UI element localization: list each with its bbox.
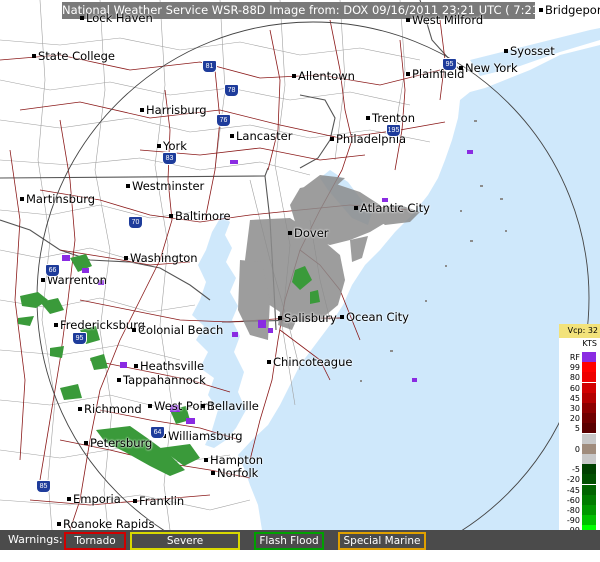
legend-swatch: [582, 433, 596, 444]
interstate-95-va-icon: 95: [72, 332, 87, 345]
interstate-78-icon: 78: [224, 84, 239, 97]
city-chincoteague: Chincoteague: [266, 355, 353, 369]
legend-swatch: [582, 362, 596, 373]
city-lock-haven: Lock Haven: [80, 11, 153, 25]
city-ocean-city: Ocean City: [340, 310, 409, 324]
city-heathsville: Heathsville: [133, 359, 205, 373]
city-baltimore: Baltimore: [169, 209, 231, 223]
city-new-york: New York: [459, 61, 518, 75]
city-dover: Dover: [288, 226, 329, 240]
city-trenton: Trenton: [365, 111, 416, 125]
interstate-64-icon: 64: [150, 426, 165, 439]
interstate-70-icon: 70: [128, 216, 143, 229]
legend-swatch: [582, 505, 596, 515]
legend-swatch: [582, 454, 596, 464]
interstate-95-nj-icon: 95: [442, 58, 457, 71]
legend-swatch: [582, 392, 596, 403]
legend-swatch: [582, 423, 596, 434]
legend-swatch: [582, 443, 596, 454]
legend-swatch: [582, 403, 596, 413]
legend-swatch: [582, 464, 596, 475]
legend-swatch: [582, 352, 596, 362]
city-washington: Washington: [124, 251, 198, 265]
city-colonial-beach: Colonial Beach: [131, 323, 224, 337]
city-harrisburg: Harrisburg: [140, 103, 207, 117]
legend-swatch: [582, 515, 596, 526]
legend-swatch: [582, 484, 596, 495]
city-allentown: Allentown: [292, 69, 355, 83]
city-bellaville: Bellaville: [201, 399, 259, 413]
warning-flash-flood: Flash Flood: [254, 532, 324, 550]
city-atlantic-city: Atlantic City: [354, 201, 430, 215]
city-hampton: Hampton: [203, 453, 264, 467]
city-westminster: Westminster: [125, 179, 205, 193]
city-state-college: State College: [31, 49, 116, 63]
interstate-76-icon: 76: [216, 114, 231, 127]
warning-severe-thunderstorm: Severe Thunderstorm: [130, 532, 240, 561]
city-roanoke-rapids: Roanoke Rapids: [56, 517, 155, 531]
warning-tornado: Tornado: [64, 532, 126, 550]
city-salisbury: Salisbury: [278, 311, 337, 325]
interstate-83-icon: 83: [162, 152, 177, 165]
interstate-195-icon: 195: [386, 124, 401, 137]
city-westmilford: West Milford: [405, 13, 484, 27]
legend-swatch: [582, 474, 596, 485]
warnings-bar: Warnings: Tornado Severe Thunderstorm Fl…: [0, 530, 600, 561]
city-williamsburg: Williamsburg: [162, 429, 243, 443]
city-syosset: Syosset: [504, 44, 555, 58]
legend-vcp: Vcp: 32: [559, 324, 600, 338]
city-norfolk: Norfolk: [210, 466, 259, 480]
interstate-66-icon: 66: [45, 264, 60, 277]
city-bridgeport: Bridgeport: [538, 4, 600, 16]
legend-unit: KTS: [582, 339, 597, 348]
velocity-legend: Vcp: 32 KTS RF 99 80 60 45 30 20 5 0 -5 -20 -45 -60-…: [559, 324, 600, 546]
legend-swatch: [582, 372, 596, 383]
city-west-point: West Point: [147, 399, 215, 413]
city-plainfield: Plainfield: [405, 67, 465, 81]
city-petersburg: Petersburg: [83, 436, 153, 450]
city-franklin: Franklin: [132, 494, 185, 508]
city-york: York: [157, 139, 187, 153]
warnings-label: Warnings:: [8, 533, 63, 546]
interstate-81-icon: 81: [202, 60, 217, 73]
city-emporia: Emporia: [67, 492, 121, 506]
city-lancaster: Lancaster: [229, 129, 293, 143]
city-richmond: Richmond: [78, 402, 142, 416]
city-martinsburg: Martinsburg: [19, 192, 96, 206]
interstate-85-icon: 85: [36, 480, 51, 493]
legend-swatch: [582, 494, 596, 505]
legend-swatch: [582, 382, 596, 393]
city-tappahannock: Tappahannock: [117, 373, 206, 387]
legend-swatch: [582, 413, 596, 424]
warning-special-marine: Special Marine: [338, 532, 426, 550]
